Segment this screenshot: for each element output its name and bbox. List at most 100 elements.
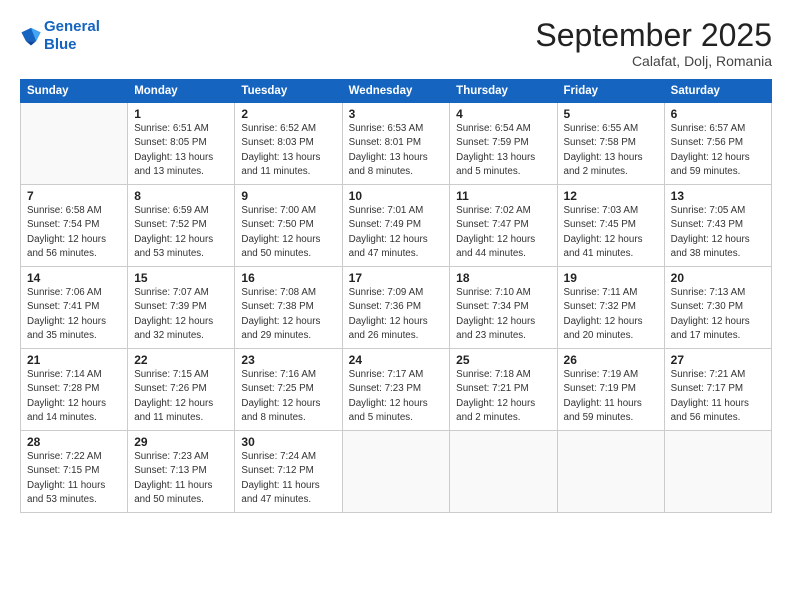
calendar-cell: 13Sunrise: 7:05 AM Sunset: 7:43 PM Dayli… xyxy=(664,185,771,267)
calendar-cell: 4Sunrise: 6:54 AM Sunset: 7:59 PM Daylig… xyxy=(450,103,557,185)
calendar-cell: 27Sunrise: 7:21 AM Sunset: 7:17 PM Dayli… xyxy=(664,349,771,431)
page: General Blue September 2025 Calafat, Dol… xyxy=(0,0,792,612)
calendar-cell: 2Sunrise: 6:52 AM Sunset: 8:03 PM Daylig… xyxy=(235,103,342,185)
day-number: 7 xyxy=(27,189,121,203)
day-info: Sunrise: 6:54 AM Sunset: 7:59 PM Dayligh… xyxy=(456,122,550,179)
day-number: 3 xyxy=(349,107,444,121)
calendar: SundayMondayTuesdayWednesdayThursdayFrid… xyxy=(20,79,772,513)
day-number: 25 xyxy=(456,353,550,367)
day-info: Sunrise: 7:24 AM Sunset: 7:12 PM Dayligh… xyxy=(241,450,335,507)
header: General Blue September 2025 Calafat, Dol… xyxy=(20,18,772,69)
day-info: Sunrise: 7:06 AM Sunset: 7:41 PM Dayligh… xyxy=(27,286,121,343)
calendar-week-2: 7Sunrise: 6:58 AM Sunset: 7:54 PM Daylig… xyxy=(21,185,772,267)
calendar-cell: 7Sunrise: 6:58 AM Sunset: 7:54 PM Daylig… xyxy=(21,185,128,267)
day-header-monday: Monday xyxy=(128,80,235,103)
day-info: Sunrise: 7:09 AM Sunset: 7:36 PM Dayligh… xyxy=(349,286,444,343)
day-number: 26 xyxy=(564,353,658,367)
calendar-cell: 14Sunrise: 7:06 AM Sunset: 7:41 PM Dayli… xyxy=(21,267,128,349)
calendar-week-5: 28Sunrise: 7:22 AM Sunset: 7:15 PM Dayli… xyxy=(21,431,772,513)
calendar-cell: 28Sunrise: 7:22 AM Sunset: 7:15 PM Dayli… xyxy=(21,431,128,513)
calendar-cell: 25Sunrise: 7:18 AM Sunset: 7:21 PM Dayli… xyxy=(450,349,557,431)
calendar-cell xyxy=(342,431,450,513)
calendar-cell: 30Sunrise: 7:24 AM Sunset: 7:12 PM Dayli… xyxy=(235,431,342,513)
day-number: 14 xyxy=(27,271,121,285)
day-number: 21 xyxy=(27,353,121,367)
day-info: Sunrise: 6:52 AM Sunset: 8:03 PM Dayligh… xyxy=(241,122,335,179)
calendar-cell: 11Sunrise: 7:02 AM Sunset: 7:47 PM Dayli… xyxy=(450,185,557,267)
day-info: Sunrise: 7:15 AM Sunset: 7:26 PM Dayligh… xyxy=(134,368,228,425)
day-info: Sunrise: 6:55 AM Sunset: 7:58 PM Dayligh… xyxy=(564,122,658,179)
logo-line1: General xyxy=(44,18,100,35)
day-info: Sunrise: 7:11 AM Sunset: 7:32 PM Dayligh… xyxy=(564,286,658,343)
day-number: 22 xyxy=(134,353,228,367)
day-info: Sunrise: 6:59 AM Sunset: 7:52 PM Dayligh… xyxy=(134,204,228,261)
day-header-saturday: Saturday xyxy=(664,80,771,103)
logo-icon xyxy=(20,25,42,47)
month-title: September 2025 xyxy=(535,18,772,53)
calendar-cell: 17Sunrise: 7:09 AM Sunset: 7:36 PM Dayli… xyxy=(342,267,450,349)
calendar-cell: 18Sunrise: 7:10 AM Sunset: 7:34 PM Dayli… xyxy=(450,267,557,349)
day-number: 16 xyxy=(241,271,335,285)
day-info: Sunrise: 7:10 AM Sunset: 7:34 PM Dayligh… xyxy=(456,286,550,343)
day-number: 4 xyxy=(456,107,550,121)
calendar-cell xyxy=(21,103,128,185)
day-number: 23 xyxy=(241,353,335,367)
day-number: 30 xyxy=(241,435,335,449)
calendar-cell: 12Sunrise: 7:03 AM Sunset: 7:45 PM Dayli… xyxy=(557,185,664,267)
day-number: 20 xyxy=(671,271,765,285)
day-number: 10 xyxy=(349,189,444,203)
day-header-friday: Friday xyxy=(557,80,664,103)
calendar-cell: 8Sunrise: 6:59 AM Sunset: 7:52 PM Daylig… xyxy=(128,185,235,267)
day-info: Sunrise: 7:05 AM Sunset: 7:43 PM Dayligh… xyxy=(671,204,765,261)
day-number: 29 xyxy=(134,435,228,449)
logo-line2: Blue xyxy=(44,36,77,53)
calendar-cell: 24Sunrise: 7:17 AM Sunset: 7:23 PM Dayli… xyxy=(342,349,450,431)
day-number: 1 xyxy=(134,107,228,121)
day-info: Sunrise: 7:23 AM Sunset: 7:13 PM Dayligh… xyxy=(134,450,228,507)
calendar-cell: 22Sunrise: 7:15 AM Sunset: 7:26 PM Dayli… xyxy=(128,349,235,431)
day-number: 12 xyxy=(564,189,658,203)
calendar-week-4: 21Sunrise: 7:14 AM Sunset: 7:28 PM Dayli… xyxy=(21,349,772,431)
calendar-cell: 5Sunrise: 6:55 AM Sunset: 7:58 PM Daylig… xyxy=(557,103,664,185)
calendar-cell: 20Sunrise: 7:13 AM Sunset: 7:30 PM Dayli… xyxy=(664,267,771,349)
day-info: Sunrise: 7:00 AM Sunset: 7:50 PM Dayligh… xyxy=(241,204,335,261)
calendar-cell: 9Sunrise: 7:00 AM Sunset: 7:50 PM Daylig… xyxy=(235,185,342,267)
day-info: Sunrise: 7:16 AM Sunset: 7:25 PM Dayligh… xyxy=(241,368,335,425)
calendar-cell: 19Sunrise: 7:11 AM Sunset: 7:32 PM Dayli… xyxy=(557,267,664,349)
day-info: Sunrise: 7:18 AM Sunset: 7:21 PM Dayligh… xyxy=(456,368,550,425)
day-info: Sunrise: 7:17 AM Sunset: 7:23 PM Dayligh… xyxy=(349,368,444,425)
day-header-tuesday: Tuesday xyxy=(235,80,342,103)
day-info: Sunrise: 7:13 AM Sunset: 7:30 PM Dayligh… xyxy=(671,286,765,343)
day-number: 18 xyxy=(456,271,550,285)
calendar-cell: 15Sunrise: 7:07 AM Sunset: 7:39 PM Dayli… xyxy=(128,267,235,349)
calendar-cell xyxy=(450,431,557,513)
day-number: 13 xyxy=(671,189,765,203)
day-header-sunday: Sunday xyxy=(21,80,128,103)
day-number: 17 xyxy=(349,271,444,285)
day-number: 11 xyxy=(456,189,550,203)
day-info: Sunrise: 6:58 AM Sunset: 7:54 PM Dayligh… xyxy=(27,204,121,261)
day-header-wednesday: Wednesday xyxy=(342,80,450,103)
day-number: 28 xyxy=(27,435,121,449)
logo: General Blue xyxy=(20,18,100,54)
day-info: Sunrise: 7:01 AM Sunset: 7:49 PM Dayligh… xyxy=(349,204,444,261)
title-block: September 2025 Calafat, Dolj, Romania xyxy=(535,18,772,69)
day-number: 15 xyxy=(134,271,228,285)
calendar-cell: 26Sunrise: 7:19 AM Sunset: 7:19 PM Dayli… xyxy=(557,349,664,431)
day-info: Sunrise: 7:02 AM Sunset: 7:47 PM Dayligh… xyxy=(456,204,550,261)
calendar-header-row: SundayMondayTuesdayWednesdayThursdayFrid… xyxy=(21,80,772,103)
day-number: 8 xyxy=(134,189,228,203)
calendar-cell: 23Sunrise: 7:16 AM Sunset: 7:25 PM Dayli… xyxy=(235,349,342,431)
day-info: Sunrise: 6:53 AM Sunset: 8:01 PM Dayligh… xyxy=(349,122,444,179)
day-info: Sunrise: 7:14 AM Sunset: 7:28 PM Dayligh… xyxy=(27,368,121,425)
day-info: Sunrise: 6:57 AM Sunset: 7:56 PM Dayligh… xyxy=(671,122,765,179)
calendar-week-3: 14Sunrise: 7:06 AM Sunset: 7:41 PM Dayli… xyxy=(21,267,772,349)
day-number: 27 xyxy=(671,353,765,367)
calendar-cell xyxy=(557,431,664,513)
logo-text: General Blue xyxy=(44,18,100,54)
day-number: 5 xyxy=(564,107,658,121)
calendar-cell: 16Sunrise: 7:08 AM Sunset: 7:38 PM Dayli… xyxy=(235,267,342,349)
location: Calafat, Dolj, Romania xyxy=(535,53,772,69)
calendar-cell xyxy=(664,431,771,513)
day-info: Sunrise: 7:08 AM Sunset: 7:38 PM Dayligh… xyxy=(241,286,335,343)
